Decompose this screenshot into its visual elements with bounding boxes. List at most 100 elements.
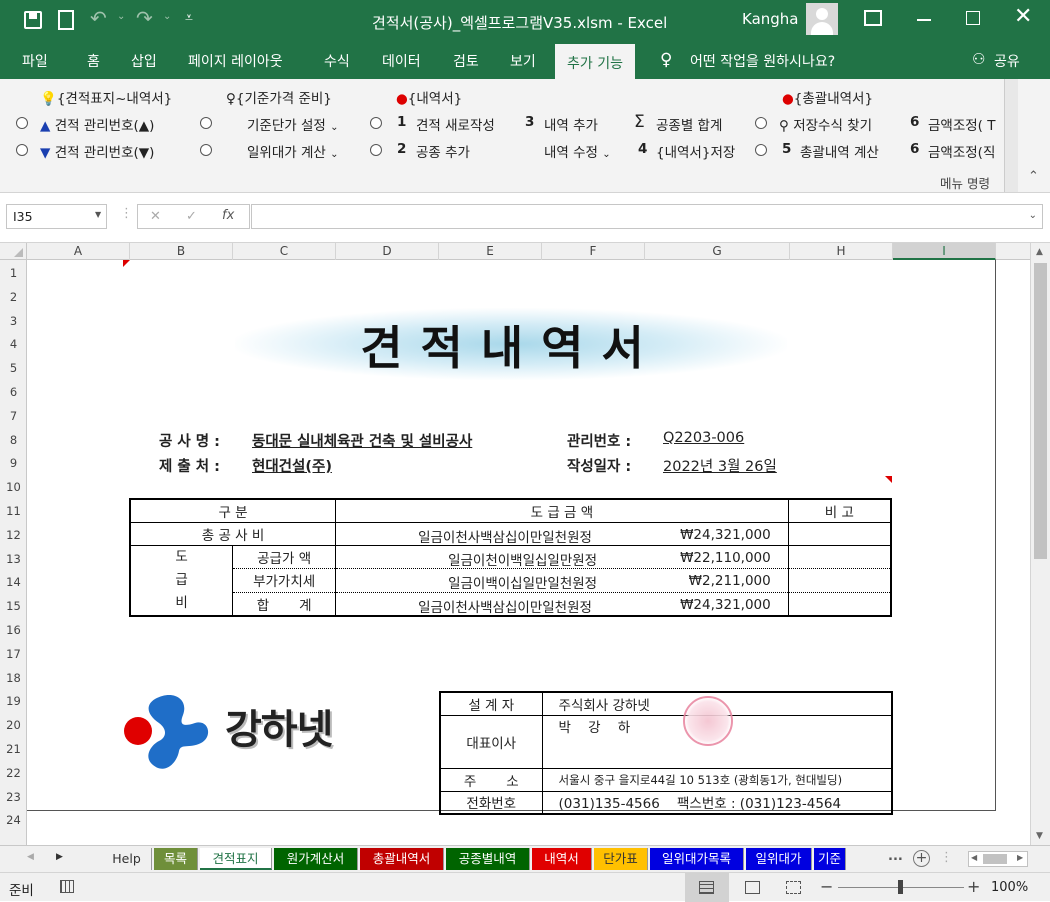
ribbon-scroll[interactable] bbox=[1004, 79, 1018, 192]
zoom-slider-thumb[interactable] bbox=[898, 880, 903, 894]
row-header-8[interactable]: 8 bbox=[0, 433, 27, 447]
radio-icon[interactable] bbox=[200, 144, 212, 156]
row-header-21[interactable]: 21 bbox=[0, 742, 27, 756]
zoom-out-icon[interactable]: − bbox=[820, 877, 833, 896]
mgmt-no-down-button[interactable]: ▼ 견적 관리번호(▼) bbox=[40, 141, 154, 161]
amount-adjust-button-2[interactable]: 금액조정(직 bbox=[928, 141, 995, 161]
dropdown-icon[interactable]: ▼ bbox=[95, 210, 101, 219]
row-header-16[interactable]: 16 bbox=[0, 623, 27, 637]
scroll-down-icon[interactable]: ▼ bbox=[1036, 831, 1043, 841]
add-sheet-icon[interactable]: + bbox=[913, 850, 930, 867]
base-price-setting-button[interactable]: 기준단가 설정 ⌄ bbox=[247, 114, 339, 134]
undo-icon[interactable]: ↶ bbox=[90, 6, 107, 30]
normal-view-button[interactable] bbox=[685, 873, 729, 902]
tab-data[interactable]: 데이터 bbox=[382, 51, 421, 71]
tell-me-search[interactable]: 어떤 작업을 원하시나요? bbox=[690, 51, 835, 71]
expand-formula-icon[interactable]: ⌄ bbox=[1029, 210, 1037, 221]
user-name[interactable]: Kangha bbox=[742, 10, 799, 28]
zoom-level[interactable]: 100% bbox=[991, 880, 1028, 895]
row-header-9[interactable]: 9 bbox=[0, 456, 27, 470]
redo-icon[interactable]: ↷ bbox=[136, 6, 153, 30]
row-header-1[interactable]: 1 bbox=[0, 266, 27, 280]
sheet-tab[interactable]: 일위대가 bbox=[746, 848, 812, 870]
edit-detail-button[interactable]: 내역 수정 ⌄ bbox=[544, 141, 611, 161]
row-header-11[interactable]: 11 bbox=[0, 504, 27, 518]
radio-icon[interactable] bbox=[16, 144, 28, 156]
sheet-tab[interactable]: 목록 bbox=[154, 848, 198, 870]
tab-addins[interactable]: 추가 기능 bbox=[555, 44, 635, 79]
row-header-6[interactable]: 6 bbox=[0, 385, 27, 399]
avatar[interactable] bbox=[806, 3, 838, 35]
scroll-right-icon[interactable]: ▶ bbox=[1017, 853, 1023, 862]
row-header-19[interactable]: 19 bbox=[0, 694, 27, 708]
col-header-a[interactable]: A bbox=[27, 243, 130, 260]
maximize-icon[interactable] bbox=[966, 11, 980, 25]
save-icon[interactable] bbox=[24, 11, 42, 29]
amount-adjust-button-1[interactable]: 금액조정( T bbox=[928, 114, 995, 134]
more-sheets-icon[interactable]: ... bbox=[888, 849, 903, 864]
row-header-23[interactable]: 23 bbox=[0, 790, 27, 804]
formula-input[interactable]: ⌄ bbox=[251, 204, 1043, 229]
row-header-5[interactable]: 5 bbox=[0, 361, 27, 375]
tab-insert[interactable]: 삽입 bbox=[131, 51, 157, 71]
select-all-button[interactable] bbox=[0, 243, 27, 260]
new-estimate-button[interactable]: 견적 새로작성 bbox=[416, 114, 495, 134]
sheet-tab[interactable]: 총괄내역서 bbox=[360, 848, 444, 870]
tab-file[interactable]: 파일 bbox=[22, 51, 48, 71]
row-header-3[interactable]: 3 bbox=[0, 314, 27, 328]
sheet-tab[interactable]: 기준 bbox=[814, 848, 846, 870]
scroll-up-icon[interactable]: ▲ bbox=[1036, 247, 1043, 257]
mgmt-no-up-button[interactable]: ▲ 견적 관리번호(▲) bbox=[40, 114, 154, 134]
col-header-c[interactable]: C bbox=[233, 243, 336, 260]
row-header-17[interactable]: 17 bbox=[0, 647, 27, 661]
drag-handle-icon[interactable]: ⋮ bbox=[120, 206, 133, 221]
scroll-left-icon[interactable]: ◀ bbox=[971, 853, 977, 862]
hscroll-thumb[interactable] bbox=[983, 854, 1007, 864]
zoom-in-icon[interactable]: + bbox=[967, 877, 980, 896]
page-layout-view-icon[interactable] bbox=[745, 881, 760, 894]
radio-icon[interactable] bbox=[755, 144, 767, 156]
radio-icon[interactable] bbox=[370, 117, 382, 129]
row-header-24[interactable]: 24 bbox=[0, 813, 27, 827]
row-header-2[interactable]: 2 bbox=[0, 290, 27, 304]
tab-page-layout[interactable]: 페이지 레이아웃 bbox=[188, 51, 283, 71]
trade-subtotal-button[interactable]: 공종별 합계 bbox=[656, 114, 722, 134]
tab-view[interactable]: 보기 bbox=[510, 51, 536, 71]
col-header-h[interactable]: H bbox=[790, 243, 893, 260]
col-header-b[interactable]: B bbox=[130, 243, 233, 260]
row-header-13[interactable]: 13 bbox=[0, 552, 27, 566]
redo-dropdown-icon[interactable]: ⌄ bbox=[163, 11, 171, 22]
sheet-tab[interactable]: 일위대가목록 bbox=[650, 848, 744, 870]
enter-icon[interactable]: ✓ bbox=[186, 209, 197, 224]
row-header-4[interactable]: 4 bbox=[0, 337, 27, 351]
summary-calc-button[interactable]: 총괄내역 계산 bbox=[800, 141, 879, 161]
tab-review[interactable]: 검토 bbox=[453, 51, 479, 71]
ribbon-display-options-icon[interactable] bbox=[864, 10, 882, 26]
insert-function-icon[interactable]: fx bbox=[222, 208, 234, 223]
close-icon[interactable]: ✕ bbox=[1014, 4, 1032, 29]
find-formula-button[interactable]: ⚲ 저장수식 찾기 bbox=[779, 114, 872, 134]
sheet-tab[interactable]: 공종별내역 bbox=[446, 848, 530, 870]
cancel-icon[interactable]: ✕ bbox=[150, 209, 161, 224]
sheet-tab[interactable]: 단가표 bbox=[594, 848, 648, 870]
customize-qat-icon[interactable]: ⩡ bbox=[185, 10, 193, 26]
share-button[interactable]: 공유 bbox=[994, 51, 1020, 71]
radio-icon[interactable] bbox=[370, 144, 382, 156]
row-header-20[interactable]: 20 bbox=[0, 718, 27, 732]
horizontal-scrollbar[interactable]: ◀ ▶ bbox=[968, 851, 1028, 867]
unit-price-calc-button[interactable]: 일위대가 계산 ⌄ bbox=[247, 141, 339, 161]
col-header-d[interactable]: D bbox=[336, 243, 439, 260]
save-detail-button[interactable]: {내역서}저장 bbox=[656, 141, 735, 161]
sheet-tab[interactable]: 내역서 bbox=[532, 848, 592, 870]
sheet-tab[interactable]: Help bbox=[102, 848, 152, 870]
radio-icon[interactable] bbox=[200, 117, 212, 129]
sheet-tab[interactable]: 원가계산서 bbox=[274, 848, 358, 870]
splitter-icon[interactable]: ⋮ bbox=[940, 850, 953, 865]
tab-home[interactable]: 홈 bbox=[87, 51, 100, 71]
col-header-e[interactable]: E bbox=[439, 243, 542, 260]
share-icon[interactable]: ⚇ bbox=[972, 50, 985, 68]
row-header-14[interactable]: 14 bbox=[0, 575, 27, 589]
tab-formulas[interactable]: 수식 bbox=[324, 51, 350, 71]
row-header-18[interactable]: 18 bbox=[0, 671, 27, 685]
undo-dropdown-icon[interactable]: ⌄ bbox=[117, 11, 125, 22]
